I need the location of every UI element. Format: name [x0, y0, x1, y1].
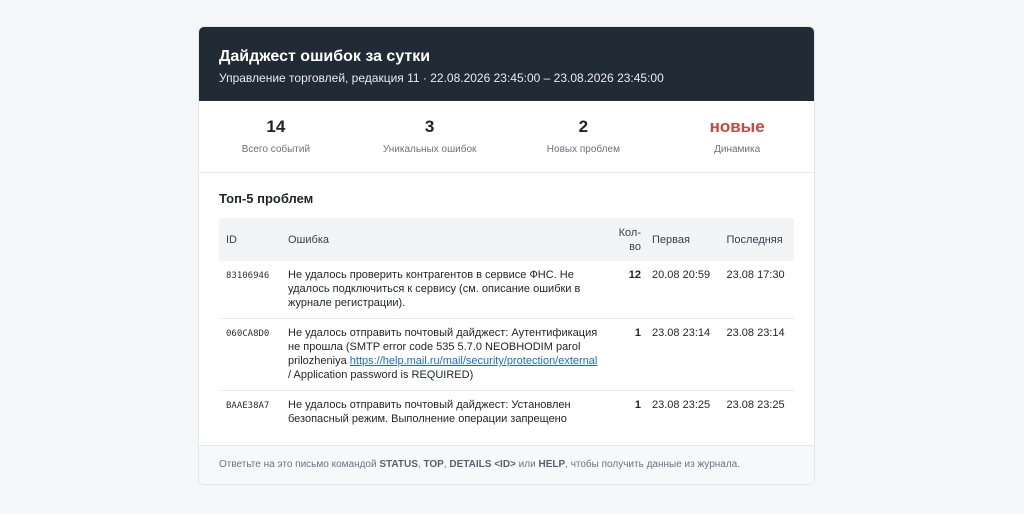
digest-subtitle: Управление торговлей, редакция 11 · 22.0…	[219, 71, 664, 85]
table-row: 83106946 Не удалось проверить контрагент…	[219, 261, 794, 319]
row-message: Не удалось отправить почтовый дайджест: …	[288, 399, 571, 425]
help-link[interactable]: https://help.mail.ru/mail/security/prote…	[350, 355, 598, 367]
row-id: 060CA8D0	[219, 318, 281, 391]
table-row: BAAE38A7 Не удалось отправить почтовый д…	[219, 391, 794, 435]
row-last: 23.08 23:25	[726, 399, 785, 411]
col-first: Первая	[652, 233, 690, 246]
footer-text: или	[515, 459, 539, 470]
footer-text: Ответьте на это письмо командой	[219, 459, 380, 470]
stat-label: Новых проблем	[546, 144, 620, 155]
digest-header: Дайджест ошибок за сутки Управление торг…	[199, 27, 814, 101]
digest-footer: Ответьте на это письмо командой STATUS , …	[199, 445, 814, 484]
row-first: 23.08 23:14	[645, 318, 720, 391]
row-first: 20.08 20:59	[645, 261, 720, 319]
command-status: STATUS	[379, 459, 418, 470]
row-last: 23.08 23:14	[719, 318, 794, 391]
stat-unique-errors: 3 Уникальных ошибок	[353, 117, 507, 172]
row-id: BAAE38A7	[226, 401, 270, 411]
row-first: 23.08 23:25	[652, 399, 711, 411]
row-count: 12	[608, 261, 645, 319]
row-last: 23.08 17:30	[719, 261, 794, 319]
row-message: Не удалось отправить почтовый дайджест: …	[281, 318, 608, 391]
col-error: Ошибка	[288, 233, 329, 246]
message-text: / Application password is REQUIRED)	[288, 369, 474, 381]
col-id: ID	[226, 233, 237, 246]
stat-label: Всего событий	[241, 144, 311, 155]
section-title: Топ-5 проблем	[219, 191, 314, 206]
row-count: 1	[608, 318, 645, 391]
digest-card: Дайджест ошибок за сутки Управление торг…	[198, 26, 815, 485]
row-id: 83106946	[219, 261, 281, 319]
stat-value: 3	[424, 117, 435, 136]
stat-value: 2	[578, 117, 589, 136]
stat-value: 14	[266, 117, 286, 136]
table-header-row: ID Ошибка Кол-во Первая Последняя	[219, 218, 794, 261]
col-last: Последняя	[726, 233, 783, 246]
footer-text: , чтобы получить данные из журнала.	[565, 459, 741, 470]
row-message: Не удалось проверить контрагентов в серв…	[281, 261, 608, 319]
command-details: DETAILS <ID>	[449, 459, 516, 470]
stat-label: Динамика	[714, 144, 761, 155]
stats-row: 14 Всего событий 3 Уникальных ошибок 2 Н…	[199, 101, 814, 173]
stat-total-events: 14 Всего событий	[199, 117, 353, 172]
stat-value: новые	[709, 117, 765, 136]
top-problems-section: Топ-5 проблем ID Ошибка Кол-во Первая По…	[199, 173, 814, 434]
table-row: 060CA8D0 Не удалось отправить почтовый д…	[219, 318, 794, 391]
command-help: HELP	[538, 459, 566, 470]
row-count: 1	[634, 399, 641, 411]
stat-new-problems: 2 Новых проблем	[507, 117, 661, 172]
stat-dynamics: новые Динамика	[660, 117, 814, 172]
digest-title: Дайджест ошибок за сутки	[219, 48, 431, 65]
col-count: Кол-во	[618, 226, 641, 253]
command-top: TOP	[423, 459, 444, 470]
problems-table: ID Ошибка Кол-во Первая Последняя 831069…	[219, 218, 794, 434]
stat-label: Уникальных ошибок	[382, 144, 477, 155]
